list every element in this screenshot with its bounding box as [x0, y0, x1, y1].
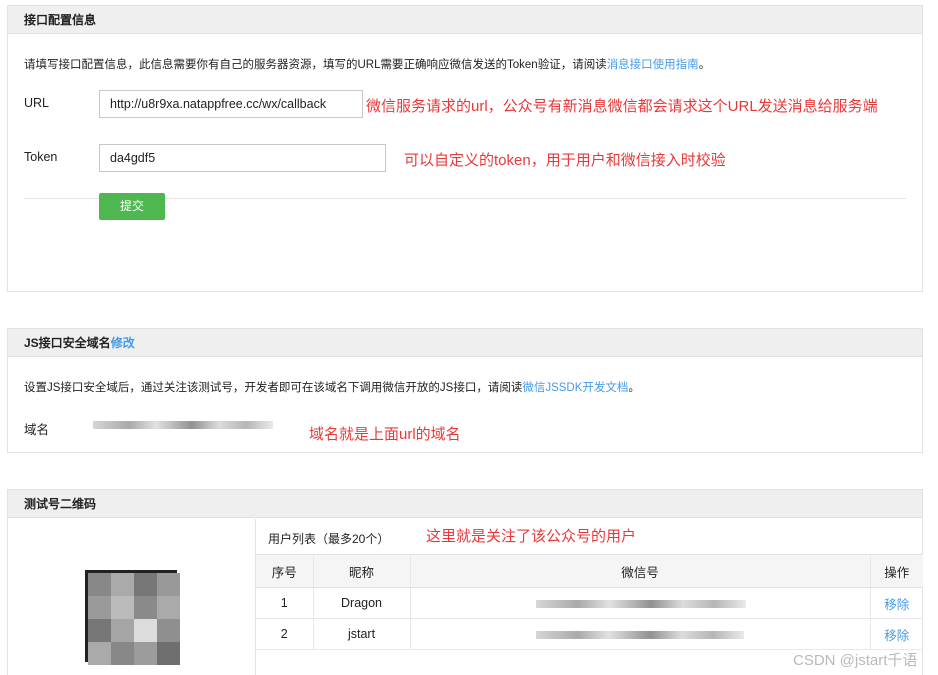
row-index: 2 — [256, 618, 313, 650]
jssdk-docs-link[interactable]: 微信JSSDK开发文档 — [522, 382, 628, 394]
domain-annotation: 域名就是上面url的域名 — [309, 426, 461, 443]
token-label: Token — [24, 150, 58, 164]
column-header-action: 操作 — [869, 554, 923, 588]
token-annotation: 可以自定义的token，用于用户和微信接入时校验 — [404, 152, 726, 169]
qrcode-panel: 测试号二维码 用户列表（最多20个） 这里就是关注了该公众号的用户 序号 昵称 … — [7, 489, 923, 675]
message-api-guide-link[interactable]: 消息接口使用指南 — [607, 59, 699, 71]
token-input[interactable] — [99, 144, 386, 172]
row-index: 1 — [256, 587, 313, 619]
description-text: 请填写接口配置信息，此信息需要你有自己的服务器资源，填写的URL需要正确响应微信… — [24, 59, 607, 71]
url-annotation: 微信服务请求的url，公众号有新消息微信都会请求这个URL发送消息给服务端 — [366, 98, 878, 115]
csdn-watermark: CSDN @jstart千语 — [793, 652, 918, 669]
qrcode-image — [85, 570, 180, 665]
user-list-title: 用户列表（最多20个） — [268, 532, 390, 546]
modify-link[interactable]: 修改 — [111, 336, 135, 350]
interface-config-panel: 接口配置信息 请填写接口配置信息，此信息需要你有自己的服务器资源，填写的URL需… — [7, 5, 923, 292]
row-nickname: jstart — [312, 618, 410, 650]
url-input[interactable] — [99, 90, 363, 118]
url-label: URL — [24, 96, 50, 110]
row-nickname: Dragon — [312, 587, 410, 619]
table-row: 1 Dragon 移除 — [256, 587, 923, 619]
remove-link[interactable]: 移除 — [869, 618, 923, 650]
js-domain-panel: JS接口安全域名修改 设置JS接口安全域后，通过关注该测试号，开发者即可在该域名… — [7, 328, 923, 453]
column-header-wechat-id: 微信号 — [409, 554, 870, 588]
domain-value-blurred — [93, 421, 273, 429]
column-header-nickname: 昵称 — [312, 554, 410, 588]
remove-link[interactable]: 移除 — [869, 587, 923, 619]
user-table: 序号 昵称 微信号 操作 1 Dragon 移除 2 jstart 移除 — [256, 554, 923, 650]
table-row: 2 jstart 移除 — [256, 618, 923, 650]
interface-config-heading: 接口配置信息 — [8, 6, 922, 34]
interface-config-description: 请填写接口配置信息，此信息需要你有自己的服务器资源，填写的URL需要正确响应微信… — [24, 59, 711, 71]
js-domain-description: 设置JS接口安全域后，通过关注该测试号，开发者即可在该域名下调用微信开放的JS接… — [24, 382, 640, 394]
row-wechat-id-blurred — [409, 618, 870, 650]
column-header-index: 序号 — [256, 554, 313, 588]
qrcode-heading: 测试号二维码 — [8, 490, 922, 518]
js-domain-heading: JS接口安全域名修改 — [8, 329, 922, 357]
qrcode-area — [8, 519, 256, 675]
submit-button[interactable]: 提交 — [99, 193, 165, 220]
domain-label: 域名 — [24, 423, 50, 437]
row-wechat-id-blurred — [409, 587, 870, 619]
user-list-annotation: 这里就是关注了该公众号的用户 — [426, 528, 637, 545]
